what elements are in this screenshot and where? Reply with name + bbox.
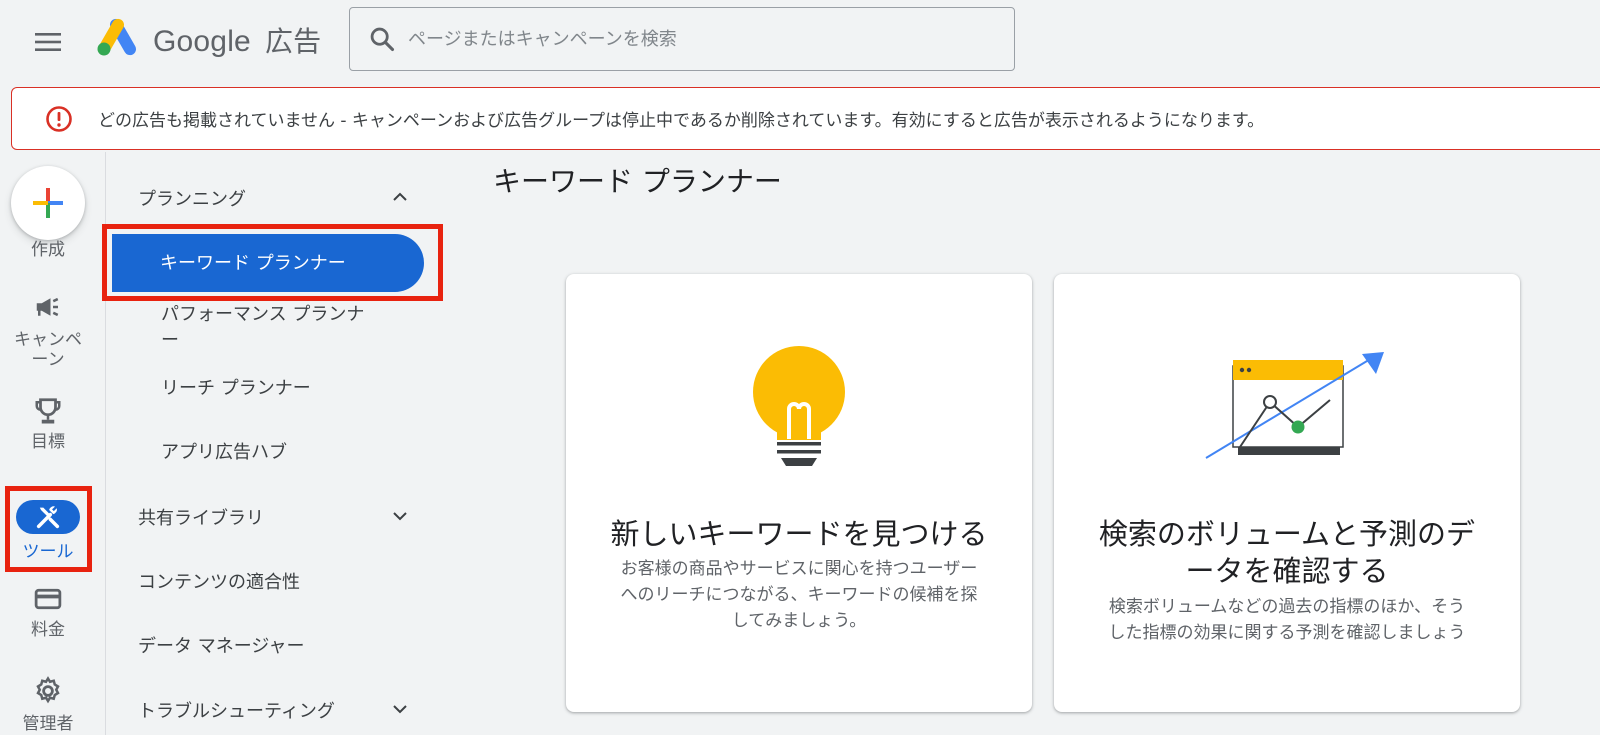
nav-section-shared-library-label: 共有ライブラリ bbox=[138, 508, 264, 529]
nav-section-planning[interactable]: プランニング bbox=[138, 185, 408, 211]
rail-item-goals[interactable]: 目標 bbox=[0, 394, 96, 454]
nav-item-content-suitability[interactable]: コンテンツの適合性 bbox=[138, 568, 408, 594]
rail-item-billing[interactable]: 料金 bbox=[0, 584, 96, 648]
create-label: 作成 bbox=[31, 240, 65, 260]
nav-item-performance-planner-label-2: ー bbox=[161, 330, 179, 351]
left-rail: 作成 キャンペ ーン 目標 ツール 料金 管理者 bbox=[0, 152, 106, 735]
rail-label-admin: 管理者 bbox=[22, 714, 74, 734]
nav-item-app-ads-hub[interactable]: アプリ広告ハブ bbox=[161, 440, 381, 466]
create-button[interactable] bbox=[11, 166, 85, 240]
hamburger-menu-icon[interactable] bbox=[28, 22, 68, 62]
chevron-down-icon bbox=[393, 705, 407, 714]
nav-item-reach-planner[interactable]: リーチ プランナー bbox=[161, 376, 381, 402]
gear-icon bbox=[36, 676, 60, 704]
brand-title: Google 広告 bbox=[153, 20, 321, 60]
nav-section-shared-library[interactable]: 共有ライブラリ bbox=[138, 504, 408, 530]
card-discover-keywords-desc-3: してみましょう。 bbox=[731, 611, 867, 631]
chevron-down-icon bbox=[393, 512, 407, 521]
search-icon bbox=[370, 27, 395, 52]
search-box[interactable] bbox=[349, 7, 1015, 71]
credit-card-icon bbox=[34, 588, 62, 610]
card-forecasts-desc-1: 検索ボリュームなどの過去の指標のほか、そう bbox=[1108, 597, 1466, 617]
error-icon bbox=[46, 105, 72, 132]
rail-item-admin[interactable]: 管理者 bbox=[0, 676, 96, 735]
card-forecasts-title-2: ータを確認する bbox=[1185, 554, 1389, 588]
alert-banner: どの広告も掲載されていません - キャンペーンおよび広告グループは停止中であるか… bbox=[11, 87, 1600, 150]
card-forecasts-desc-2: した指標の効果に関する予測を確認しましょう bbox=[1108, 623, 1466, 643]
nav-section-planning-label: プランニング bbox=[138, 189, 246, 210]
nav-section-troubleshooting[interactable]: トラブルシューティング bbox=[138, 697, 408, 723]
google-ads-logo-icon[interactable] bbox=[96, 18, 140, 58]
trend-chart-icon bbox=[1205, 352, 1384, 459]
tools-highlight-box bbox=[5, 486, 92, 572]
brand-name: Google bbox=[153, 25, 251, 58]
lightbulb-icon bbox=[753, 346, 845, 466]
nav-item-performance-planner[interactable]: パフォーマンス プランナ ー bbox=[161, 302, 381, 354]
chevron-up-icon bbox=[393, 192, 407, 201]
megaphone-icon bbox=[36, 297, 59, 317]
brand-suffix: 広告 bbox=[264, 25, 322, 58]
card-discover-keywords-title: 新しいキーワードを見つける bbox=[610, 517, 988, 551]
rail-item-campaigns[interactable]: キャンペ ーン bbox=[0, 292, 96, 372]
card-discover-keywords[interactable]: 新しいキーワードを見つける お客様の商品やサービスに関心を持つユーザー へのリー… bbox=[566, 274, 1032, 712]
card-discover-keywords-desc-2: へのリーチにつながる、キーワードの候補を探 bbox=[620, 585, 978, 605]
rail-label-billing: 料金 bbox=[31, 620, 65, 640]
keyword-planner-highlight-box bbox=[102, 224, 443, 301]
search-input[interactable] bbox=[408, 28, 968, 50]
rail-label-goals: 目標 bbox=[31, 432, 65, 452]
rail-label-campaigns-1: キャンペ bbox=[14, 330, 82, 350]
card-discover-keywords-desc-1: お客様の商品やサービスに関心を持つユーザー bbox=[620, 559, 978, 579]
card-forecasts-title-1: 検索のボリュームと予測のデ bbox=[1098, 517, 1476, 551]
card-forecasts[interactable]: 検索のボリュームと予測のデ ータを確認する 検索ボリュームなどの過去の指標のほか… bbox=[1054, 274, 1520, 712]
nav-item-performance-planner-label-1: パフォーマンス プランナ bbox=[161, 304, 365, 325]
nav-item-data-manager[interactable]: データ マネージャー bbox=[138, 632, 408, 658]
nav-section-troubleshooting-label: トラブルシューティング bbox=[138, 701, 335, 722]
top-bar: Google 広告 bbox=[0, 0, 1600, 80]
alert-text: どの広告も掲載されていません - キャンペーンおよび広告グループは停止中であるか… bbox=[98, 111, 1265, 131]
rail-label-campaigns-2: ーン bbox=[31, 350, 65, 370]
page-title: キーワード プランナー bbox=[493, 165, 782, 198]
plus-icon bbox=[33, 188, 63, 218]
trophy-icon bbox=[35, 398, 61, 424]
